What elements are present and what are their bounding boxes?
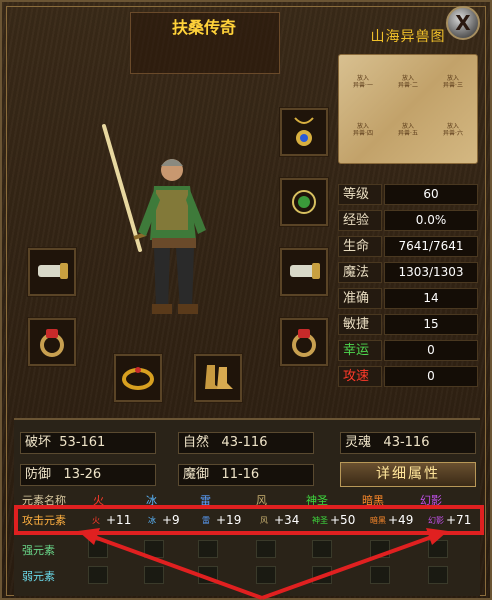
annotation-arrows [78, 528, 448, 600]
